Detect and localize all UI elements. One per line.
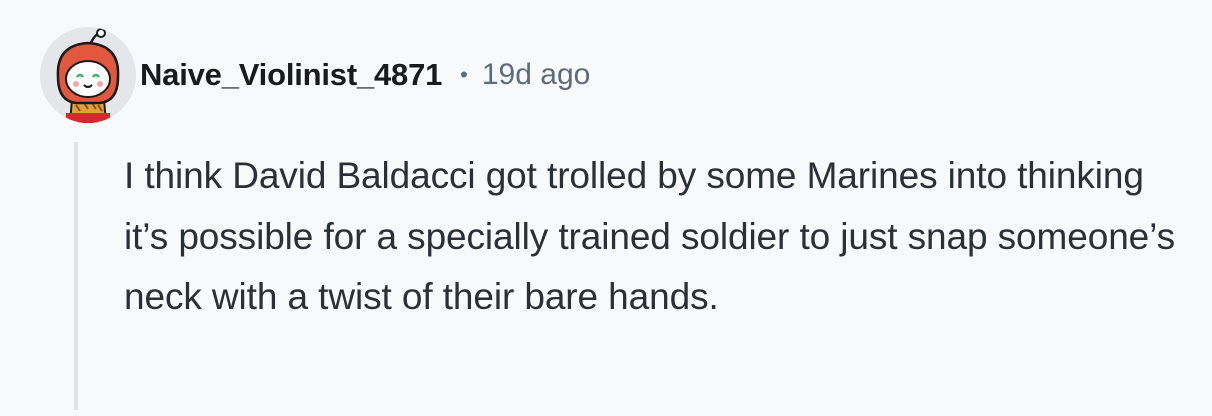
snoo-avatar-icon <box>40 27 136 123</box>
comment-header: Naive_Violinist_4871 • 19d ago <box>140 52 590 98</box>
user-avatar[interactable] <box>40 27 136 123</box>
timestamp-link[interactable]: 19d ago <box>482 58 590 92</box>
comment: Naive_Violinist_4871 • 19d ago I think D… <box>0 0 1212 416</box>
comment-body: I think David Baldacci got trolled by so… <box>124 155 1176 317</box>
username-link[interactable]: Naive_Violinist_4871 <box>140 57 442 93</box>
thread-collapse-line[interactable] <box>74 142 78 410</box>
meta-separator: • <box>460 62 468 87</box>
